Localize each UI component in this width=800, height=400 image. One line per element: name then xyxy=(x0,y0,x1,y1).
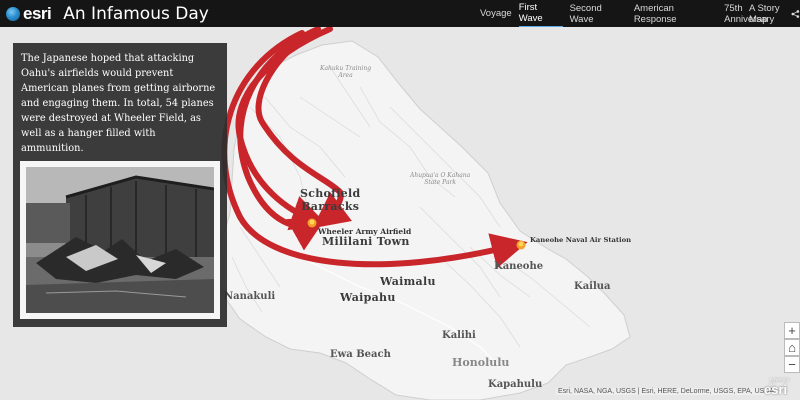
label-kaneohe: Kaneohe xyxy=(494,261,544,272)
label-kalihi: Kalihi xyxy=(442,330,476,341)
label-schofield-barracks: Schofield Barracks xyxy=(300,187,361,213)
fire-icon-wheeler xyxy=(307,218,317,228)
story-panel: The Japanese hoped that attacking Oahu's… xyxy=(13,43,227,327)
story-text: The Japanese hoped that attacking Oahu's… xyxy=(21,53,216,154)
esri-powered-by: POWERED BY xyxy=(770,378,790,386)
map-attribution[interactable]: Esri, NASA, NGA, USGS | Esri, HERE, DeLo… xyxy=(556,388,777,395)
zoom-controls: + ⌂ − xyxy=(784,322,800,373)
label-kapahulu: Kapahulu xyxy=(488,379,543,390)
story-map-label: A Story Map xyxy=(749,2,780,25)
map-view[interactable]: Schofield Barracks Wheeler Army Airfield… xyxy=(0,27,800,400)
tab-second-wave[interactable]: Second Wave xyxy=(570,1,627,27)
story-map-link[interactable]: A Story Map xyxy=(749,0,800,27)
label-waimalu: Waimalu xyxy=(380,275,436,288)
photo-wreckage xyxy=(26,167,214,313)
label-kaneohe-naval-air-station: Kaneohe Naval Air Station xyxy=(530,236,632,244)
story-photo[interactable] xyxy=(20,161,220,319)
label-kahuku-training-area: Kahuku Training Area xyxy=(320,65,372,79)
esri-logo[interactable]: esri xyxy=(6,3,52,24)
tab-voyage[interactable]: Voyage xyxy=(480,6,512,21)
label-waipahu: Waipahu xyxy=(340,291,396,304)
fire-icon-kaneohe xyxy=(516,240,526,250)
esri-watermark[interactable]: POWERED BY esri xyxy=(764,378,789,397)
logo-text: esri xyxy=(23,3,52,23)
tab-first-wave[interactable]: First Wave xyxy=(518,0,563,27)
story-title: An Infamous Day xyxy=(63,3,209,24)
home-button[interactable]: ⌂ xyxy=(784,339,800,356)
label-ahupuaa-state-park: Ahupua'a O Kahana State Park xyxy=(410,172,471,186)
label-nanakuli: Nanakuli xyxy=(224,291,276,302)
label-kailua: Kailua xyxy=(574,281,611,292)
app-header: esri An Infamous Day Voyage First Wave S… xyxy=(0,0,800,27)
label-honolulu: Honolulu xyxy=(452,356,510,369)
zoom-out-button[interactable]: − xyxy=(784,356,800,373)
tab-american-response[interactable]: American Response xyxy=(634,1,717,27)
zoom-in-button[interactable]: + xyxy=(784,322,800,339)
globe-icon xyxy=(6,6,20,21)
share-icon[interactable] xyxy=(791,8,800,20)
label-mililani-town: Mililani Town xyxy=(322,235,410,248)
label-ewa-beach: Ewa Beach xyxy=(330,349,391,360)
home-icon: ⌂ xyxy=(788,340,796,355)
